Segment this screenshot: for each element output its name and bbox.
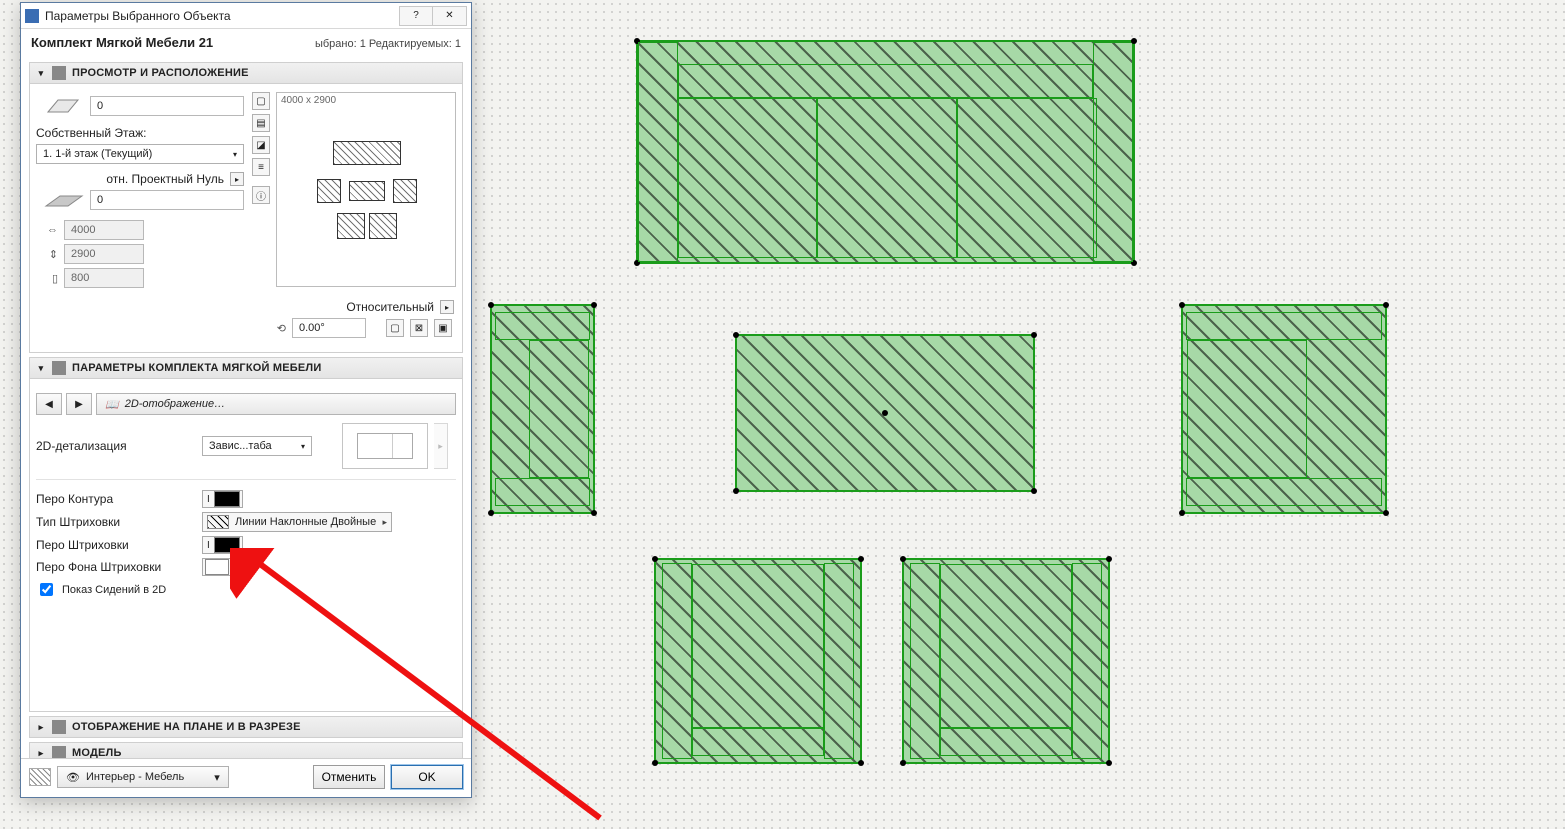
section-plan-header[interactable]: ▸ ОТОБРАЖЕНИЕ НА ПЛАНЕ И В РАЗРЕЗЕ	[29, 716, 463, 738]
object-settings-dialog: Параметры Выбранного Объекта ? ✕ Комплек…	[20, 2, 472, 798]
mirror-x-button[interactable]: ▢	[386, 319, 404, 337]
layer-icon	[29, 768, 51, 786]
section-params-header[interactable]: ▾ ПАРАМЕТРЫ КОМПЛЕКТА МЯГКОЙ МЕБЕЛИ	[29, 357, 463, 379]
detail-dropdown[interactable]: Завис...таба ▾	[202, 436, 312, 456]
furniture-armchair-left[interactable]	[490, 304, 595, 514]
furniture-sofa[interactable]	[636, 40, 1135, 264]
dim-x-icon: ⇔	[36, 220, 58, 240]
nav-next-button[interactable]: ▶	[66, 393, 92, 415]
preview-thumbnail: 4000 x 2900	[276, 92, 456, 287]
dim-y-field[interactable]: 2900	[64, 244, 144, 264]
hatch-type-picker[interactable]: Линии Наклонные Двойные ▸	[202, 512, 392, 532]
nav-page-dropdown[interactable]: 📖 2D-отображение…	[96, 393, 456, 415]
relative-label: Относительный	[346, 300, 434, 314]
close-button[interactable]: ✕	[433, 6, 467, 26]
project-zero-label: отн. Проектный Нуль	[106, 172, 224, 186]
view-mode-1[interactable]: ▢	[252, 92, 270, 110]
titlebar[interactable]: Параметры Выбранного Объекта ? ✕	[21, 3, 471, 29]
furniture-armchair-right[interactable]	[1181, 304, 1387, 514]
contour-pen-picker[interactable]: I	[202, 490, 243, 508]
layer-name: Интерьер - Мебель	[86, 771, 184, 783]
angle-icon: ⟲	[264, 318, 286, 338]
project-zero-popup[interactable]: ▸	[230, 172, 244, 186]
detail-preview-next[interactable]: ▸	[434, 423, 448, 469]
hatch-bg-pen-picker[interactable]	[202, 558, 232, 576]
section-title: ОТОБРАЖЕНИЕ НА ПЛАНЕ И В РАЗРЕЗЕ	[72, 721, 301, 733]
dim-z-icon: ▯	[36, 268, 58, 288]
chevron-down-icon: ▾	[36, 68, 46, 79]
project-zero-icon	[36, 190, 84, 210]
help-button[interactable]: ?	[399, 6, 433, 26]
furniture-table[interactable]	[735, 334, 1035, 492]
chevron-right-icon: ▸	[36, 748, 46, 759]
panel-preview: 0 Собственный Этаж: 1. 1-й этаж (Текущий…	[29, 84, 463, 353]
home-story-dropdown[interactable]: 1. 1-й этаж (Текущий) ▾	[36, 144, 244, 164]
ok-button[interactable]: OK	[391, 765, 463, 789]
elevation-icon	[36, 96, 84, 116]
hatch-type-value: Линии Наклонные Двойные	[235, 516, 376, 528]
section-model-header[interactable]: ▸ МОДЕЛЬ	[29, 742, 463, 758]
view-mode-4[interactable]: ≡	[252, 158, 270, 176]
hatch-pen-picker[interactable]: I	[202, 536, 243, 554]
hatch-type-label: Тип Штриховки	[36, 515, 196, 529]
dim-x-field[interactable]: 4000	[64, 220, 144, 240]
section-title: МОДЕЛЬ	[72, 747, 122, 758]
hatch-sample-icon	[207, 515, 229, 529]
model-icon	[52, 746, 66, 758]
selection-status: ыбрано: 1 Редактируемых: 1	[315, 38, 461, 50]
object-name: Комплект Мягкой Мебели 21	[31, 35, 213, 50]
show-seats-label: Показ Сидений в 2D	[62, 584, 166, 596]
app-icon	[25, 9, 39, 23]
detail-value: Завис...таба	[209, 440, 272, 452]
dialog-footer: 👁 Интерьер - Мебель ▾ Отменить OK	[21, 758, 471, 797]
preview-dims: 4000 x 2900	[281, 95, 336, 106]
elevation-field[interactable]: 0	[90, 96, 244, 116]
eye-icon: 👁	[66, 771, 80, 784]
detail-label: 2D-детализация	[36, 439, 196, 453]
view-mode-5[interactable]: ⓘ	[252, 186, 270, 204]
project-zero-field[interactable]: 0	[90, 190, 244, 210]
dim-y-icon: ⇕	[36, 244, 58, 264]
home-story-value: 1. 1-й этаж (Текущий)	[43, 148, 152, 160]
view-mode-2[interactable]: ▤	[252, 114, 270, 132]
show-seats-checkbox[interactable]	[40, 583, 53, 596]
home-story-label: Собственный Этаж:	[36, 126, 146, 140]
chevron-down-icon: ▾	[36, 363, 46, 374]
nav-page-label: 2D-отображение…	[125, 398, 225, 410]
chevron-right-icon: ▸	[36, 722, 46, 733]
nav-prev-button[interactable]: ◀	[36, 393, 62, 415]
dialog-title: Параметры Выбранного Объекта	[45, 9, 393, 23]
params-icon	[52, 361, 66, 375]
chevron-down-icon: ▾	[233, 150, 237, 159]
furniture-chair-right[interactable]	[902, 558, 1110, 764]
chevron-right-icon: ▸	[382, 517, 387, 528]
panel-params: ◀ ▶ 📖 2D-отображение… 2D-детализация Зав…	[29, 379, 463, 712]
book-icon: 📖	[105, 398, 119, 411]
mirror-y-button[interactable]: ⊠	[410, 319, 428, 337]
relative-popup[interactable]: ▸	[440, 300, 454, 314]
section-title: ПРОСМОТР И РАСПОЛОЖЕНИЕ	[72, 67, 249, 79]
detail-preview	[342, 423, 428, 469]
preview-icon	[52, 66, 66, 80]
chevron-down-icon: ▾	[214, 771, 220, 784]
layer-dropdown[interactable]: 👁 Интерьер - Мебель ▾	[57, 766, 229, 788]
section-title: ПАРАМЕТРЫ КОМПЛЕКТА МЯГКОЙ МЕБЕЛИ	[72, 362, 321, 374]
hatch-pen-label: Перо Штриховки	[36, 538, 196, 552]
section-preview-header[interactable]: ▾ ПРОСМОТР И РАСПОЛОЖЕНИЕ	[29, 62, 463, 84]
angle-field[interactable]: 0.00°	[292, 318, 366, 338]
plan-icon	[52, 720, 66, 734]
hatch-bg-pen-label: Перо Фона Штриховки	[36, 560, 196, 574]
view-mode-3[interactable]: ◪	[252, 136, 270, 154]
dim-z-field[interactable]: 800	[64, 268, 144, 288]
chevron-down-icon: ▾	[301, 442, 305, 451]
mirror-z-button[interactable]: ▣	[434, 319, 452, 337]
furniture-chair-left[interactable]	[654, 558, 862, 764]
subheader: Комплект Мягкой Мебели 21 ыбрано: 1 Реда…	[21, 29, 471, 58]
contour-pen-label: Перо Контура	[36, 492, 196, 506]
cancel-button[interactable]: Отменить	[313, 765, 385, 789]
